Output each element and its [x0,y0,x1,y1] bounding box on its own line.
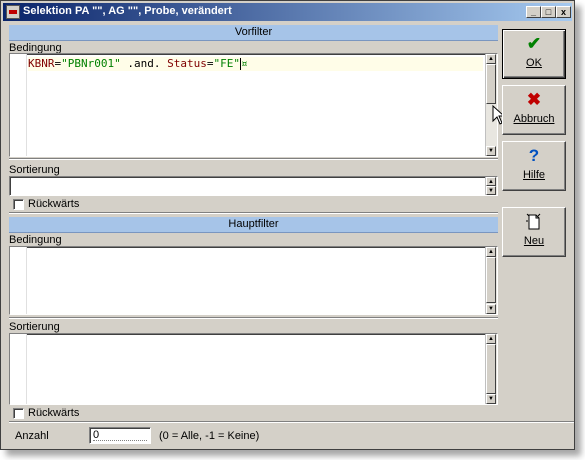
question-icon: ? [528,146,540,165]
checkmark-icon: ✔ [526,34,542,53]
vorfilter-header: Vorfilter [9,25,498,41]
scroll-thumb[interactable] [486,64,496,104]
footer-divider [9,421,574,423]
scroll-down-arrow-icon[interactable]: ▼ [486,186,496,195]
scroll-up-arrow-icon[interactable]: ▲ [486,177,496,186]
condition-field-2: Status [167,57,207,70]
cancel-button[interactable]: ✖ Abbruch [502,85,566,135]
editor-gutter [10,334,27,404]
scroll-thumb[interactable] [486,257,496,303]
window-title: Selektion PA "", AG "", Probe, verändert [23,5,232,17]
editor-gutter [10,54,27,156]
section-divider [9,212,498,214]
ok-button[interactable]: ✔ OK [502,29,566,79]
hauptfilter-condition-editor[interactable]: ▲ ▼ [9,246,498,315]
close-button[interactable]: x [556,6,571,18]
hauptfilter-header: Hauptfilter [9,217,498,233]
app-icon [6,5,20,19]
scroll-down-arrow-icon[interactable]: ▼ [486,146,496,156]
hauptfilter-reverse-label: Rückwärts [28,407,80,419]
condition-field-1: KBNR [28,57,55,70]
scroll-up-arrow-icon[interactable]: ▲ [486,54,496,64]
count-hint: (0 = Alle, -1 = Keine) [159,430,260,442]
scroll-thumb[interactable] [486,344,496,394]
vorfilter-sort-editor[interactable]: ▲ ▼ [9,176,498,196]
hauptfilter-reverse-checkbox[interactable] [13,408,24,419]
scroll-up-arrow-icon[interactable]: ▲ [486,334,496,344]
hauptfilter-sort-scrollbar[interactable]: ▲ ▼ [485,334,497,404]
maximize-button[interactable]: □ [541,6,556,18]
hauptfilter-sort-editor[interactable]: ▲ ▼ [9,333,498,405]
hauptfilter-condition-label: Bedingung [9,234,62,246]
hauptfilter-condition-scrollbar[interactable]: ▲ ▼ [485,247,497,314]
count-input[interactable]: 0 [89,427,151,444]
vorfilter-sort-label: Sortierung [9,164,60,176]
scroll-up-arrow-icon[interactable]: ▲ [486,247,496,257]
hauptfilter-splitter[interactable] [9,317,498,319]
selection-dialog: Selektion PA "", AG "", Probe, verändert… [0,0,575,450]
vorfilter-sort-scrollbar[interactable]: ▲ ▼ [485,177,497,195]
vorfilter-splitter[interactable] [9,158,498,160]
cancel-button-label: Abbruch [513,113,555,125]
new-button-label: Neu [523,235,545,247]
editor-gutter [10,247,27,314]
count-input-underline [93,440,147,441]
new-button[interactable]: Neu [502,207,566,257]
new-document-icon [503,213,565,231]
condition-value-1: "PBNr001" [61,57,121,70]
condition-code-line: KBNR="PBNr001" .and. Status="FE"¤ [28,57,483,71]
vorfilter-condition-editor[interactable]: KBNR="PBNr001" .and. Status="FE"¤ ▲ ▼ [9,53,498,157]
help-button-label: Hilfe [522,169,545,181]
end-of-line-marker: ¤ [240,57,248,70]
scroll-down-arrow-icon[interactable]: ▼ [486,394,496,404]
condition-and-operator: .and. [120,57,168,70]
condition-value-2: "FE" [213,57,240,70]
hauptfilter-sort-label: Sortierung [9,321,60,333]
title-bar[interactable]: Selektion PA "", AG "", Probe, verändert… [3,3,572,21]
vorfilter-reverse-label: Rückwärts [28,198,80,210]
count-label: Anzahl [15,430,49,442]
help-button[interactable]: ? Hilfe [502,141,566,191]
scroll-down-arrow-icon[interactable]: ▼ [486,304,496,314]
ok-button-label: OK [526,57,542,69]
minimize-button[interactable]: _ [526,6,541,18]
vorfilter-reverse-checkbox[interactable] [13,199,24,210]
cross-icon: ✖ [526,90,542,109]
